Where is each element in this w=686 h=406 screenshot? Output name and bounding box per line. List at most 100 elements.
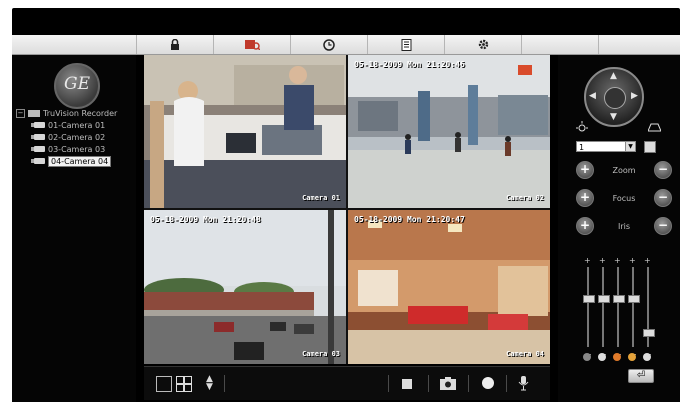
record-icon[interactable] [482,377,494,389]
top-toolbar [12,35,680,55]
video-tile-camera-01[interactable]: Camera 01 [144,55,346,208]
camera-icon [31,146,45,152]
arrow-up-icon[interactable]: ▲ [610,72,617,81]
chevron-down-icon[interactable]: ▼ [625,142,635,151]
camera-01-feed [144,55,346,208]
settings-icon [478,39,488,50]
zoom-out-button[interactable]: − [654,161,672,179]
arrow-left-icon[interactable]: ◀ [589,92,596,101]
stop-icon[interactable] [402,379,412,389]
quad-view-icon[interactable] [176,376,192,392]
tree-item-camera-02[interactable]: 02-Camera 02 [16,131,134,143]
zoom-in-button[interactable]: + [576,161,594,179]
timestamp: 05-18-2009 Mon 21:20:48 [150,215,261,224]
tree-item-camera-03[interactable]: 03-Camera 03 [16,143,134,155]
saturation-slider[interactable]: +− [612,257,625,359]
divider [224,375,225,392]
single-view-icon[interactable] [156,376,172,392]
ptz-joystick[interactable]: ▲ ▼ ◀ ▶ [584,67,644,127]
tree-item-camera-04[interactable]: 04-Camera 04 [16,155,134,167]
focus-out-button[interactable]: − [653,189,672,207]
log-button[interactable] [367,35,444,54]
zoom-row: + Zoom − [576,161,672,179]
slider-knob[interactable] [613,295,625,303]
iris-close-button[interactable]: − [653,217,672,235]
divider [428,375,429,392]
contrast-slider[interactable]: +− [597,257,610,359]
camera-03-feed [144,210,346,364]
iris-label: Iris [617,221,631,231]
camera-icon [31,134,45,140]
video-tile-camera-03[interactable]: 05-18-2009 Mon 21:20:48 Camera 03 [144,210,346,364]
timestamp: 05-18-2009 Mon 21:20:47 [354,215,465,224]
focus-in-button[interactable]: + [576,189,594,207]
saturation-icon [613,353,621,361]
logo-text: GE [64,74,90,94]
playback-button[interactable] [213,35,290,54]
contrast-icon [598,353,606,361]
lock-button[interactable] [136,35,213,54]
tree-item-label-selected: 04-Camera 04 [48,155,112,167]
lock-icon [171,39,179,50]
camera-label: Camera 01 [302,194,340,202]
tree-item-label: 02-Camera 02 [48,132,106,142]
camera-icon [31,122,45,128]
volume-slider[interactable]: +− [642,257,655,359]
layout-scroll-icon[interactable]: ▲ ▼ [206,375,213,392]
brightness-slider[interactable]: +− [582,257,595,359]
schedule-button[interactable] [290,35,367,54]
zoom-label: Zoom [612,165,636,175]
tree-item-camera-01[interactable]: 01-Camera 01 [16,119,134,131]
video-tile-camera-04[interactable]: 05-18-2009 Mon 21:20:47 Camera 04 [348,210,550,364]
recorder-icon [28,109,40,117]
left-panel: GE − TruVision Recorder 01-Camera 01 02-… [12,55,136,402]
arrow-right-icon[interactable]: ▶ [631,92,638,101]
timestamp: 05-18-2009 Mon 21:20:46 [354,60,465,69]
iris-open-button[interactable]: + [576,217,594,235]
reset-button[interactable]: ⏎ [628,369,654,383]
ptz-panel: ▲ ▼ ◀ ▶ 1 ▼ + Zoom − + Focus − + Iris − … [558,55,680,402]
camera-label: Camera 03 [302,350,340,358]
goto-preset-button[interactable] [644,141,656,153]
log-icon [401,38,411,51]
slider-knob[interactable] [598,295,610,303]
image-sliders: +− +− +− +− +− [582,257,655,359]
clock-icon [323,38,335,51]
tree-item-label: 01-Camera 01 [48,120,106,130]
camera-02-feed [348,55,550,208]
speaker-icon [643,353,651,361]
playback-icon [245,40,260,50]
video-grid: Camera 01 05-18-2009 Mon 21:20:46 Camera… [144,55,550,364]
audio-icon[interactable] [518,375,530,392]
hue-icon [628,353,636,361]
arrow-down-icon[interactable]: ▼ [610,113,617,122]
tree-root[interactable]: − TruVision Recorder [16,107,134,119]
collapse-icon[interactable]: − [16,108,25,118]
camera-label: Camera 04 [506,350,544,358]
video-tile-camera-02[interactable]: 05-18-2009 Mon 21:20:46 Camera 02 [348,55,550,208]
preset-value: 1 [579,143,585,152]
enter-arrow-icon: ⏎ [636,370,646,381]
ge-logo: GE [54,63,100,109]
slider-knob[interactable] [628,295,640,303]
camera-label: Camera 02 [506,194,544,202]
divider [388,375,389,392]
settings-button[interactable] [444,35,521,54]
divider [468,375,469,392]
light-icon[interactable] [576,121,588,133]
ptz-center-icon[interactable] [604,87,626,109]
slider-knob[interactable] [583,295,595,303]
focus-label: Focus [612,193,636,203]
brightness-icon [583,353,591,361]
hue-slider[interactable]: +− [627,257,640,359]
camera-tree: − TruVision Recorder 01-Camera 01 02-Cam… [16,107,134,167]
preset-select[interactable]: 1 ▼ [576,141,636,152]
bottom-toolbar: ▲ ▼ [144,366,550,400]
camera-icon [31,158,45,164]
divider [506,375,507,392]
tree-item-label: 03-Camera 03 [48,144,106,154]
snapshot-icon[interactable] [440,377,456,390]
wiper-icon[interactable] [648,123,661,132]
slider-knob[interactable] [643,329,655,337]
toolbar-spacer [521,35,599,54]
